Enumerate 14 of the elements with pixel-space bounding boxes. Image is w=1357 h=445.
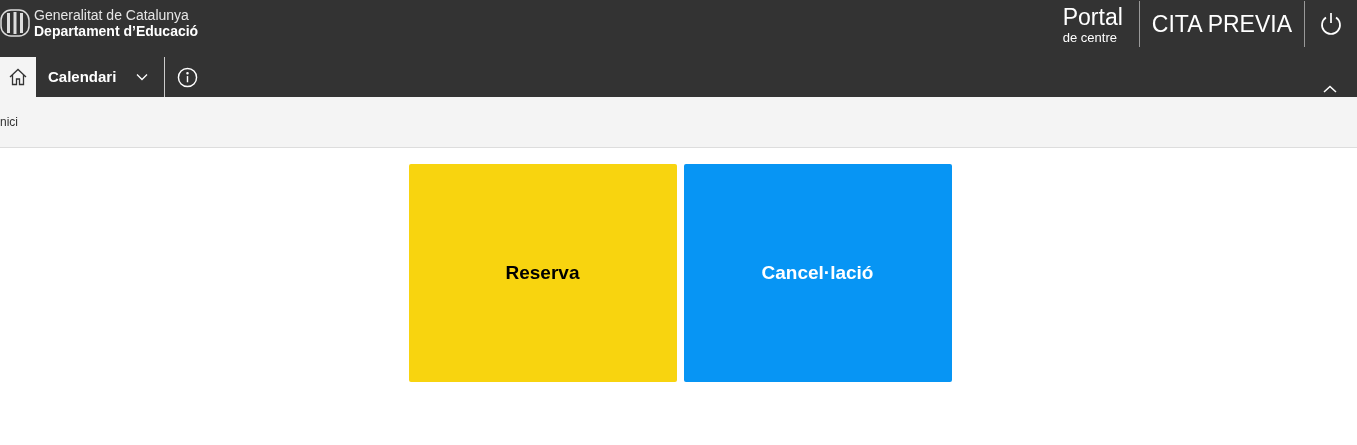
organization-name: Generalitat de Catalunya — [34, 7, 190, 23]
coat-of-arms-logo — [0, 9, 30, 37]
home-icon — [8, 67, 28, 87]
chevron-down-icon — [136, 73, 149, 81]
info-icon — [177, 66, 199, 88]
portal-subtitle: de centre — [1062, 29, 1117, 45]
chevron-up-icon — [1323, 85, 1337, 93]
portal-title: Portal — [1062, 3, 1123, 30]
action-tile[interactable]: Reserva — [408, 164, 677, 382]
home-tab[interactable] — [0, 57, 36, 97]
app-title: CITA PREVIA — [1150, 9, 1293, 39]
department-name: Departament d’Educació — [34, 23, 199, 39]
power-icon — [1318, 11, 1344, 37]
breadcrumb-link[interactable]: nici — [0, 113, 18, 131]
